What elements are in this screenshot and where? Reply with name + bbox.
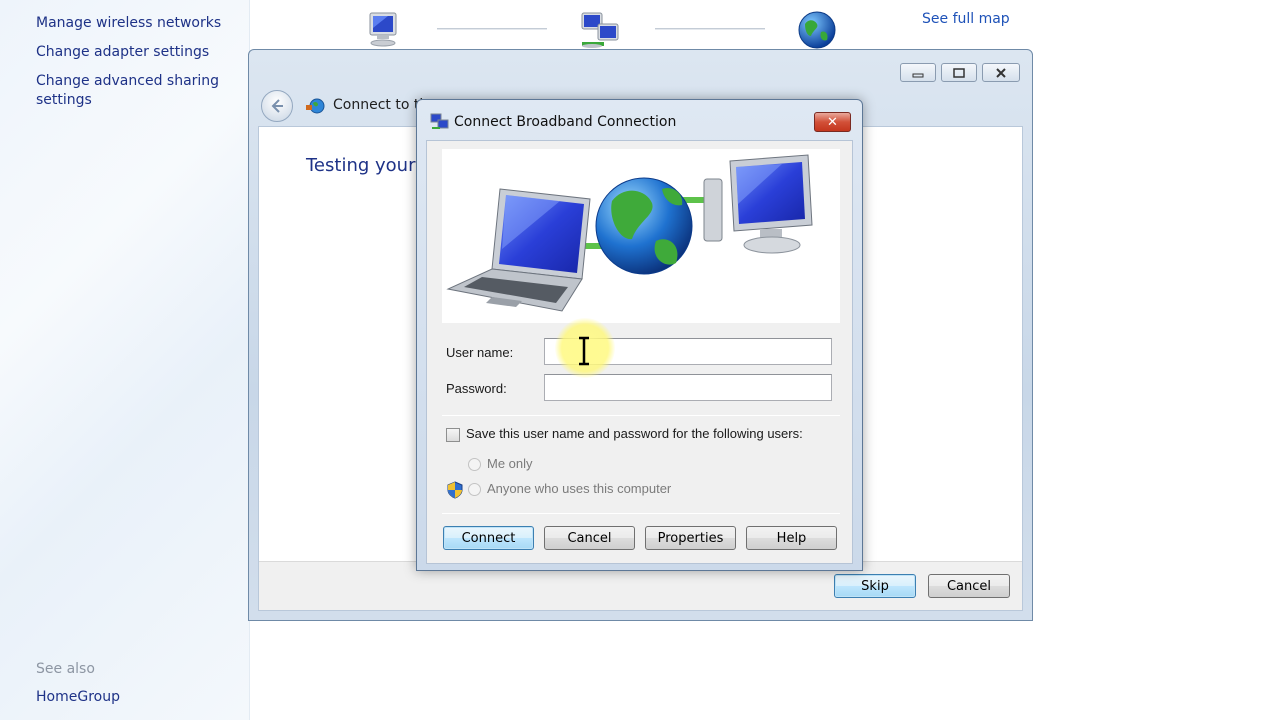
password-input[interactable] bbox=[544, 374, 832, 401]
globe-icon bbox=[797, 10, 837, 54]
back-button[interactable] bbox=[261, 90, 293, 122]
help-button[interactable]: Help bbox=[746, 526, 837, 550]
dialog-body: User name: Password: Save this user name… bbox=[426, 140, 853, 564]
save-credentials-checkbox[interactable] bbox=[446, 428, 460, 442]
map-connection-line bbox=[437, 28, 547, 30]
skip-button[interactable]: Skip bbox=[834, 574, 916, 598]
wizard-cancel-button[interactable]: Cancel bbox=[928, 574, 1010, 598]
uac-shield-icon bbox=[447, 481, 463, 503]
save-credentials-label: Save this user name and password for the… bbox=[466, 426, 803, 441]
me-only-label: Me only bbox=[487, 456, 533, 471]
see-full-map-link[interactable]: See full map bbox=[922, 11, 1010, 27]
broadband-connection-icon bbox=[305, 97, 325, 119]
wizard-heading: Testing your bbox=[306, 155, 416, 176]
properties-button[interactable]: Properties bbox=[645, 526, 736, 550]
homegroup-link[interactable]: HomeGroup bbox=[36, 689, 120, 705]
maximize-button[interactable] bbox=[941, 63, 977, 82]
map-connection-line bbox=[655, 28, 765, 30]
change-adapter-settings-link[interactable]: Change adapter settings bbox=[36, 43, 209, 62]
dialog-close-button[interactable]: ✕ bbox=[814, 112, 851, 132]
dialog-separator bbox=[442, 415, 840, 416]
username-input[interactable] bbox=[544, 338, 832, 365]
dialog-separator bbox=[442, 513, 840, 514]
manage-wireless-networks-link[interactable]: Manage wireless networks bbox=[36, 14, 221, 33]
me-only-radio[interactable] bbox=[468, 458, 481, 471]
left-navigation-pane: Manage wireless networks Change adapter … bbox=[0, 0, 250, 720]
see-also-heading: See also bbox=[36, 661, 95, 677]
minimize-button[interactable] bbox=[900, 63, 936, 82]
anyone-radio[interactable] bbox=[468, 483, 481, 496]
dialog-network-icon bbox=[430, 113, 450, 135]
password-label: Password: bbox=[446, 381, 507, 396]
connect-button[interactable]: Connect bbox=[443, 526, 534, 550]
dialog-cancel-button[interactable]: Cancel bbox=[544, 526, 635, 550]
username-label: User name: bbox=[446, 345, 514, 360]
change-advanced-sharing-settings-link[interactable]: Change advanced sharing settings bbox=[36, 72, 226, 110]
computer-icon bbox=[362, 12, 404, 52]
connection-banner-image bbox=[442, 149, 840, 323]
close-icon: ✕ bbox=[827, 114, 838, 130]
anyone-label: Anyone who uses this computer bbox=[487, 481, 672, 496]
network-icon bbox=[578, 12, 622, 54]
minimize-icon bbox=[912, 73, 924, 77]
window-close-button[interactable] bbox=[982, 63, 1020, 82]
back-arrow-icon bbox=[271, 99, 283, 113]
close-icon bbox=[996, 67, 1006, 78]
wizard-title: Connect to th bbox=[333, 97, 429, 113]
maximize-icon bbox=[953, 67, 965, 78]
dialog-title: Connect Broadband Connection bbox=[454, 114, 677, 130]
connect-broadband-dialog: Connect Broadband Connection ✕ User name… bbox=[416, 99, 863, 571]
laptop-globe-computer-illustration bbox=[446, 154, 813, 312]
